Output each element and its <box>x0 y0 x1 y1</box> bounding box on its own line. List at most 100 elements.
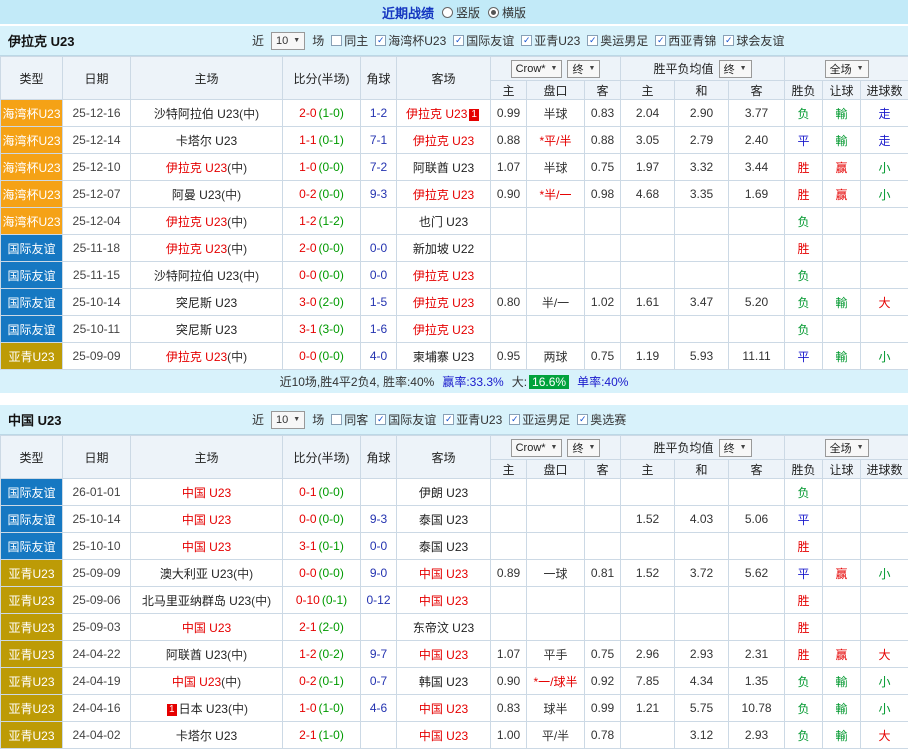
league-type-badge[interactable]: 国际友谊 <box>1 235 63 262</box>
team-name[interactable]: 中国 U23 <box>172 675 221 689</box>
score-cell[interactable]: 0-0(0-0) <box>283 560 361 587</box>
team-name[interactable]: 中国 U23 <box>419 567 468 581</box>
filter-checkbox[interactable]: ✓亚青U23 <box>521 32 580 49</box>
team-name[interactable]: 东帝汶 U23 <box>413 621 474 635</box>
team-name[interactable]: 伊拉克 U23 <box>413 296 474 310</box>
score-cell[interactable]: 3-0(2-0) <box>283 289 361 316</box>
filter-checkbox[interactable]: ✓亚青U23 <box>443 411 502 428</box>
score-cell[interactable]: 3-1(3-0) <box>283 316 361 343</box>
team-name[interactable]: 北马里亚纳群岛 U23 <box>142 594 251 608</box>
league-type-badge[interactable]: 海湾杯U23 <box>1 100 63 127</box>
filter-checkbox[interactable]: ✓国际友谊 <box>375 411 436 428</box>
league-type-badge[interactable]: 亚青U23 <box>1 560 63 587</box>
team-name[interactable]: 柬埔寨 U23 <box>413 350 474 364</box>
league-type-badge[interactable]: 国际友谊 <box>1 479 63 506</box>
odds-company-select[interactable]: Crow*▼ <box>511 60 563 78</box>
league-type-badge[interactable]: 国际友谊 <box>1 506 63 533</box>
team-name[interactable]: 伊拉克 U23 <box>413 323 474 337</box>
filter-checkbox[interactable]: ✓球会友谊 <box>723 32 784 49</box>
filter-checkbox[interactable]: ✓亚运男足 <box>509 411 570 428</box>
league-type-badge[interactable]: 亚青U23 <box>1 343 63 370</box>
score-cell[interactable]: 0-2(0-1) <box>283 668 361 695</box>
score-cell[interactable]: 0-2(0-0) <box>283 181 361 208</box>
match-count-select[interactable]: 10▼ <box>271 411 305 429</box>
team-name[interactable]: 突尼斯 U23 <box>176 296 237 310</box>
league-type-badge[interactable]: 亚青U23 <box>1 722 63 749</box>
team-name[interactable]: 泰国 U23 <box>419 540 468 554</box>
league-type-badge[interactable]: 亚青U23 <box>1 614 63 641</box>
odds-time-select[interactable]: 终▼ <box>567 439 600 457</box>
team-name[interactable]: 也门 U23 <box>419 215 468 229</box>
layout-option-horizontal[interactable]: 横版 <box>488 4 526 21</box>
scope-select[interactable]: 全场▼ <box>825 60 869 78</box>
team-name[interactable]: 泰国 U23 <box>419 513 468 527</box>
team-name[interactable]: 中国 U23 <box>419 702 468 716</box>
score-cell[interactable]: 0-1(0-0) <box>283 479 361 506</box>
score-cell[interactable]: 0-0(0-0) <box>283 506 361 533</box>
league-type-badge[interactable]: 亚青U23 <box>1 587 63 614</box>
match-count-select[interactable]: 10▼ <box>271 32 305 50</box>
filter-checkbox[interactable]: ✓奥运男足 <box>587 32 648 49</box>
team-name[interactable]: 中国 U23 <box>182 621 231 635</box>
team-name[interactable]: 伊拉克 U23 <box>166 242 227 256</box>
team-name[interactable]: 突尼斯 U23 <box>176 323 237 337</box>
filter-checkbox[interactable]: 同客 <box>331 411 368 428</box>
team-name[interactable]: 卡塔尔 U23 <box>176 729 237 743</box>
league-type-badge[interactable]: 亚青U23 <box>1 641 63 668</box>
league-type-badge[interactable]: 亚青U23 <box>1 668 63 695</box>
league-type-badge[interactable]: 海湾杯U23 <box>1 154 63 181</box>
score-cell[interactable]: 1-0(1-0) <box>283 695 361 722</box>
score-cell[interactable]: 1-2(0-2) <box>283 641 361 668</box>
team-name[interactable]: 阿联酋 U23 <box>413 161 474 175</box>
score-cell[interactable]: 2-0(1-0) <box>283 100 361 127</box>
team-name[interactable]: 中国 U23 <box>419 594 468 608</box>
team-name[interactable]: 中国 U23 <box>419 648 468 662</box>
team-name[interactable]: 新加坡 U22 <box>413 242 474 256</box>
score-cell[interactable]: 1-0(0-0) <box>283 154 361 181</box>
filter-checkbox[interactable]: ✓西亚青锦 <box>655 32 716 49</box>
filter-checkbox[interactable]: ✓国际友谊 <box>453 32 514 49</box>
team-name[interactable]: 伊拉克 U23 <box>166 350 227 364</box>
filter-checkbox[interactable]: ✓奥选赛 <box>577 411 626 428</box>
team-name[interactable]: 中国 U23 <box>419 729 468 743</box>
layout-option-vertical[interactable]: 竖版 <box>442 4 480 21</box>
team-name[interactable]: 阿曼 U23 <box>172 188 221 202</box>
team-name[interactable]: 中国 U23 <box>182 540 231 554</box>
team-name[interactable]: 伊朗 U23 <box>419 486 468 500</box>
scope-select[interactable]: 全场▼ <box>825 439 869 457</box>
score-cell[interactable]: 0-0(0-0) <box>283 343 361 370</box>
score-cell[interactable]: 1-2(1-2) <box>283 208 361 235</box>
league-type-badge[interactable]: 海湾杯U23 <box>1 181 63 208</box>
league-type-badge[interactable]: 海湾杯U23 <box>1 208 63 235</box>
odds-company-select[interactable]: Crow*▼ <box>511 439 563 457</box>
filter-checkbox[interactable]: ✓海湾杯U23 <box>375 32 446 49</box>
odds-time-select[interactable]: 终▼ <box>567 60 600 78</box>
mean-time-select[interactable]: 终▼ <box>719 60 752 78</box>
team-name[interactable]: 阿联酋 U23 <box>166 648 227 662</box>
score-cell[interactable]: 3-1(0-1) <box>283 533 361 560</box>
score-cell[interactable]: 0-10(0-1) <box>283 587 361 614</box>
team-name[interactable]: 中国 U23 <box>182 513 231 527</box>
team-name[interactable]: 澳大利亚 U23 <box>160 567 233 581</box>
mean-time-select[interactable]: 终▼ <box>719 439 752 457</box>
league-type-badge[interactable]: 海湾杯U23 <box>1 127 63 154</box>
team-name[interactable]: 伊拉克 U23 <box>406 107 467 121</box>
team-name[interactable]: 中国 U23 <box>182 486 231 500</box>
score-cell[interactable]: 2-0(0-0) <box>283 235 361 262</box>
league-type-badge[interactable]: 亚青U23 <box>1 695 63 722</box>
score-cell[interactable]: 2-1(2-0) <box>283 614 361 641</box>
league-type-badge[interactable]: 国际友谊 <box>1 533 63 560</box>
league-type-badge[interactable]: 国际友谊 <box>1 289 63 316</box>
score-cell[interactable]: 1-1(0-1) <box>283 127 361 154</box>
team-name[interactable]: 韩国 U23 <box>419 675 468 689</box>
team-name[interactable]: 伊拉克 U23 <box>166 161 227 175</box>
team-name[interactable]: 伊拉克 U23 <box>413 269 474 283</box>
league-type-badge[interactable]: 国际友谊 <box>1 262 63 289</box>
team-name[interactable]: 伊拉克 U23 <box>413 188 474 202</box>
team-name[interactable]: 伊拉克 U23 <box>166 215 227 229</box>
league-type-badge[interactable]: 国际友谊 <box>1 316 63 343</box>
team-name[interactable]: 沙特阿拉伯 U23 <box>154 269 239 283</box>
score-cell[interactable]: 0-0(0-0) <box>283 262 361 289</box>
filter-checkbox[interactable]: 同主 <box>331 32 368 49</box>
team-name[interactable]: 沙特阿拉伯 U23 <box>154 107 239 121</box>
